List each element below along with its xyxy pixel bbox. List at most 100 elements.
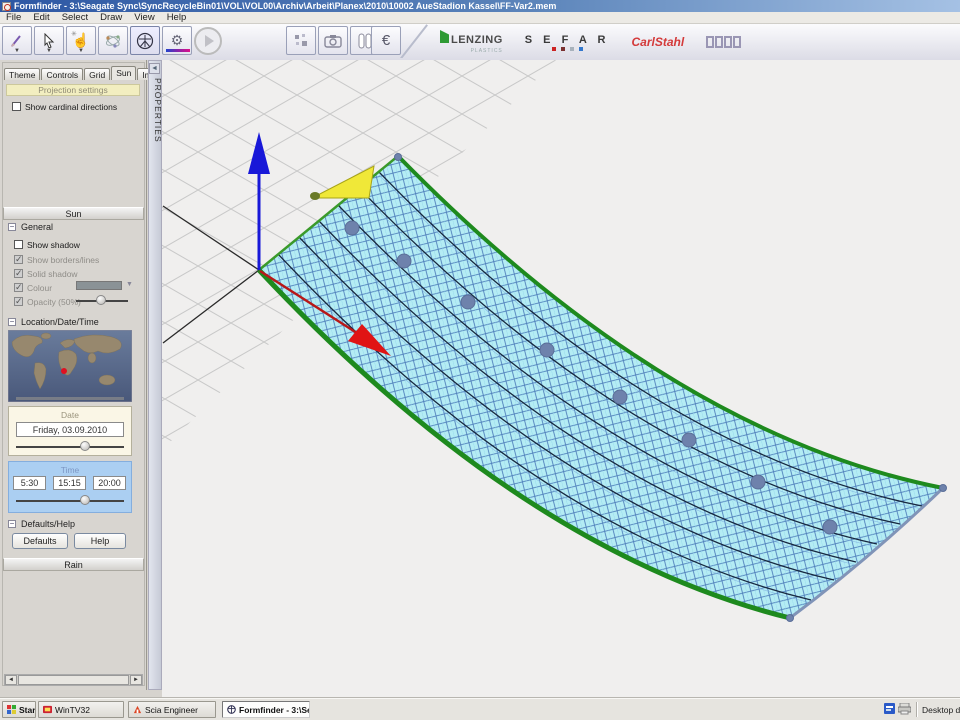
collapse-icon[interactable]: − — [8, 223, 16, 231]
windows-logo-icon — [7, 705, 16, 714]
location-group-header[interactable]: − Location/Date/Time — [8, 317, 99, 327]
panel-hscrollbar[interactable]: ◄ ► — [4, 674, 143, 686]
properties-strip[interactable] — [148, 60, 162, 690]
checkbox-checked-disabled — [14, 269, 23, 278]
projection-settings-bar[interactable]: Projection settings — [6, 84, 140, 96]
general-group-header[interactable]: − General — [8, 222, 53, 232]
menu-draw[interactable]: Draw — [94, 12, 128, 23]
task-label: Formfinder - 3:\Seaga... — [239, 705, 310, 715]
rain-section-header[interactable]: Rain — [3, 558, 144, 571]
collapse-icon[interactable]: − — [8, 520, 16, 528]
partner-logos: LENZING PLASTICS S E F A R CarlStahl — [440, 28, 741, 56]
tab-controls[interactable]: Controls — [41, 68, 83, 80]
toolbar: ▼ ▼ ☝ ✳ ▼ ⚙ — [0, 24, 960, 60]
menu-edit[interactable]: Edit — [27, 12, 55, 23]
camera-button[interactable] — [318, 26, 348, 55]
menu-help[interactable]: Help — [161, 12, 193, 23]
colour-swatch[interactable] — [76, 281, 122, 290]
checkbox-checked-disabled — [14, 255, 23, 264]
title-bar[interactable]: Formfinder - 3:\Seagate Sync\SyncRecycle… — [0, 0, 960, 12]
show-shadow-label: Show shadow — [27, 240, 80, 250]
menu-view[interactable]: View — [128, 12, 160, 23]
help-button[interactable]: Help — [74, 533, 126, 549]
time-start-field[interactable]: 5:30 — [13, 476, 46, 490]
chevron-down-icon: ▼ — [78, 49, 84, 54]
show-shadow-row[interactable]: Show shadow — [14, 239, 80, 250]
checkbox-unchecked[interactable] — [14, 240, 23, 249]
colour-label: Colour — [27, 283, 52, 293]
start-button[interactable]: Start — [2, 701, 36, 718]
chevron-down-icon[interactable]: ▼ — [126, 281, 133, 288]
scroll-left-icon[interactable]: ◄ — [5, 675, 17, 685]
sefar-dots — [525, 47, 610, 51]
app-icon — [2, 2, 11, 11]
scroll-right-icon[interactable]: ► — [130, 675, 142, 685]
checkbox-unchecked[interactable] — [12, 102, 21, 111]
taskbar: Start WinTV32 Scia Engineer Formfinder -… — [0, 698, 960, 720]
render-dots-button[interactable] — [286, 26, 316, 55]
world-map[interactable] — [8, 330, 132, 402]
toolbar-end-slant — [398, 24, 432, 58]
vitruvian-man-button[interactable] — [130, 26, 160, 55]
pencil-tool-button[interactable]: ▼ — [2, 26, 32, 55]
tab-sun[interactable]: Sun — [111, 66, 136, 80]
molecule-icon — [104, 32, 122, 50]
time-current-field[interactable]: 15:15 — [53, 476, 86, 490]
chevron-down-icon: ▼ — [14, 49, 20, 54]
date-field[interactable]: Friday, 03.09.2010 — [16, 422, 124, 437]
show-borders-row[interactable]: Show borders/lines — [14, 254, 99, 265]
grab-tool-button[interactable]: ☝ ✳ ▼ — [66, 26, 96, 55]
tray-language-icon[interactable] — [884, 703, 895, 714]
sun-section-header[interactable]: Sun — [3, 207, 144, 220]
menu-file[interactable]: File — [0, 12, 27, 23]
show-cardinal-checkbox-row[interactable]: Show cardinal directions — [12, 101, 117, 112]
tab-theme[interactable]: Theme — [4, 68, 40, 80]
blocky-purple-logo — [706, 36, 741, 48]
solid-shadow-row[interactable]: Solid shadow — [14, 268, 78, 279]
cursor-icon — [42, 33, 56, 48]
scia-icon — [133, 705, 142, 714]
euro-button[interactable]: € — [371, 26, 401, 55]
task-wintv32[interactable]: WinTV32 — [38, 701, 124, 718]
solid-shadow-label: Solid shadow — [27, 269, 78, 279]
lenzing-text: LENZING — [451, 34, 503, 46]
render-settings-button[interactable]: ⚙ — [162, 26, 192, 55]
play-button[interactable] — [192, 26, 224, 55]
start-label: Start — [19, 705, 36, 715]
defaults-help-label: Defaults/Help — [21, 519, 75, 529]
properties-vertical-tab[interactable]: PROPERTIES — [147, 78, 163, 143]
date-slider[interactable] — [16, 441, 124, 452]
tab-grid[interactable]: Grid — [84, 68, 110, 80]
time-slider[interactable] — [16, 495, 124, 506]
select-cursor-button[interactable]: ▼ — [34, 26, 64, 55]
location-marker[interactable] — [61, 368, 67, 374]
viewport-3d[interactable] — [162, 60, 960, 697]
opacity-label: Opacity (50%) — [27, 297, 81, 307]
opacity-slider[interactable] — [76, 295, 128, 306]
collapse-icon[interactable]: − — [8, 318, 16, 326]
show-borders-label: Show borders/lines — [27, 255, 99, 265]
sefar-logo: S E F A R — [525, 34, 610, 51]
collapse-left-icon[interactable]: ◄ — [149, 63, 160, 74]
show-cardinal-label: Show cardinal directions — [25, 102, 117, 112]
gradient-bar — [166, 49, 190, 52]
defaults-button[interactable]: Defaults — [12, 533, 68, 549]
task-label: Scia Engineer — [145, 705, 198, 715]
task-scia-engineer[interactable]: Scia Engineer — [128, 701, 216, 718]
carlstahl-logo: CarlStahl — [631, 35, 684, 49]
opacity-row[interactable]: Opacity (50%) — [14, 296, 81, 307]
molecule-tool-button[interactable] — [98, 26, 128, 55]
task-formfinder[interactable]: Formfinder - 3:\Seaga... — [222, 701, 310, 718]
scrollbar-thumb[interactable] — [18, 675, 129, 685]
tray-printer-icon[interactable] — [898, 703, 911, 715]
menu-select[interactable]: Select — [56, 12, 94, 23]
lenzing-logo: LENZING PLASTICS — [440, 30, 503, 54]
desktop-toolbar-label[interactable]: Desktop du — [922, 705, 960, 715]
chevron-down-icon: ▼ — [46, 49, 52, 54]
time-end-field[interactable]: 20:00 — [93, 476, 126, 490]
defaults-help-header[interactable]: − Defaults/Help — [8, 519, 75, 529]
lenzing-mark-icon — [440, 30, 449, 43]
colour-row[interactable]: Colour — [14, 282, 52, 293]
membrane-scene — [162, 60, 960, 697]
checkbox-checked-disabled — [14, 297, 23, 306]
